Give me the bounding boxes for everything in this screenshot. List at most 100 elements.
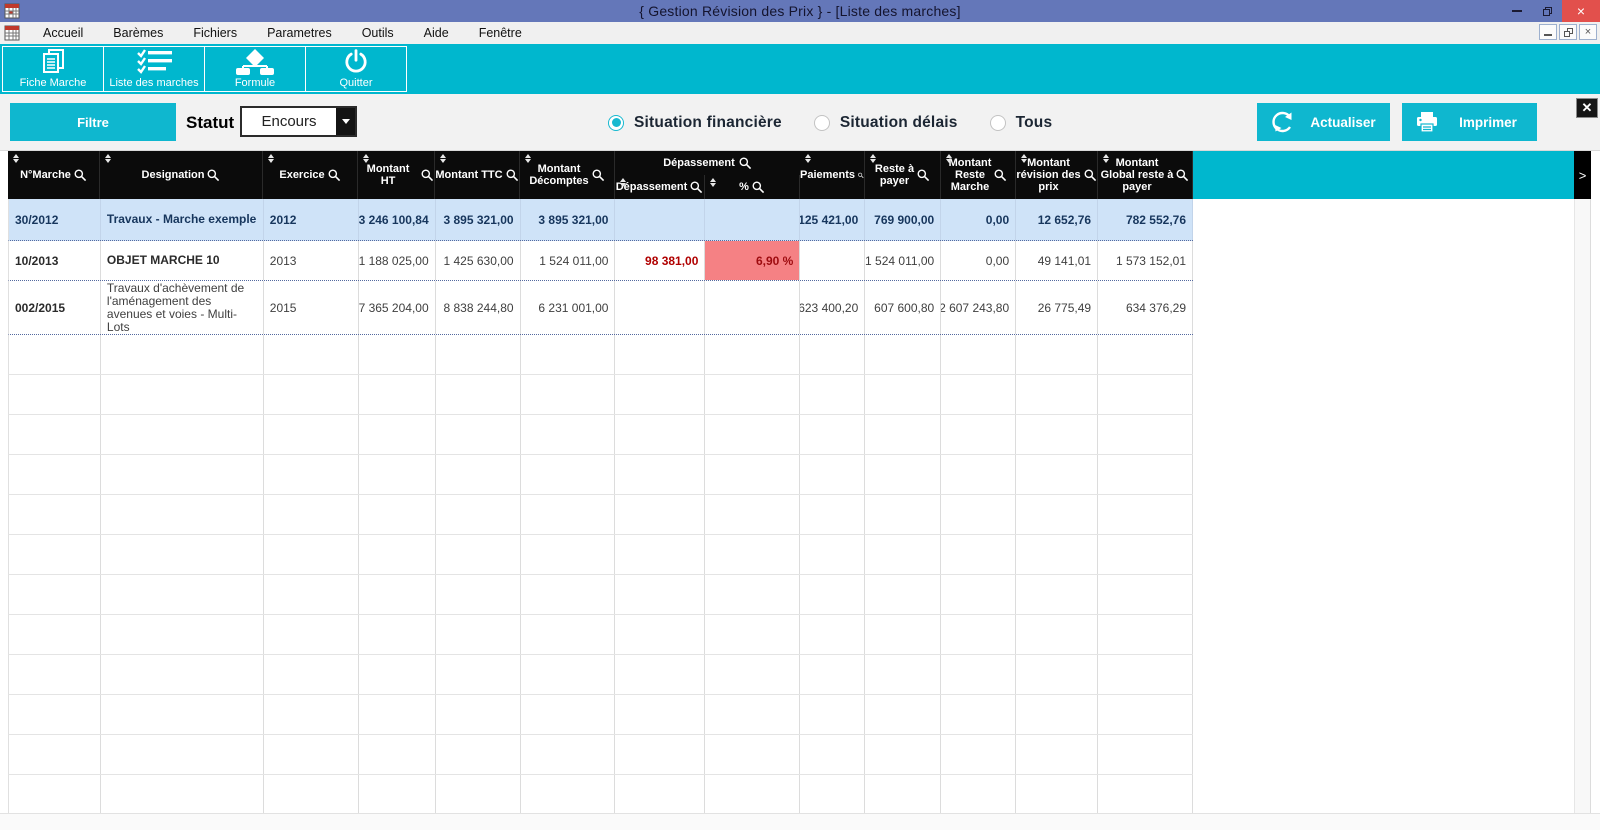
cell[interactable]	[705, 735, 800, 774]
cell[interactable]	[615, 495, 705, 534]
cell[interactable]	[436, 695, 521, 734]
cell[interactable]	[359, 735, 436, 774]
cell[interactable]	[705, 281, 800, 334]
cell[interactable]	[1098, 535, 1193, 574]
cell[interactable]	[1098, 455, 1193, 494]
cell[interactable]	[359, 455, 436, 494]
cell[interactable]	[865, 455, 941, 494]
quitter-button[interactable]: Quitter	[305, 46, 407, 92]
cell[interactable]	[436, 575, 521, 614]
cell[interactable]	[800, 241, 865, 280]
table-row[interactable]	[8, 615, 1193, 655]
cell[interactable]	[1016, 655, 1098, 694]
cell[interactable]	[101, 415, 264, 454]
cell[interactable]	[941, 415, 1016, 454]
dropdown-arrow-icon[interactable]	[336, 108, 355, 135]
table-row[interactable]: 30/2012Travaux - Marche exemple20123 246…	[8, 199, 1193, 241]
cell[interactable]	[9, 655, 101, 694]
cell[interactable]	[521, 335, 616, 374]
cell[interactable]	[615, 615, 705, 654]
table-row[interactable]	[8, 415, 1193, 455]
cell[interactable]	[101, 695, 264, 734]
cell[interactable]	[1098, 615, 1193, 654]
cell[interactable]	[9, 615, 101, 654]
cell[interactable]	[264, 575, 359, 614]
cell[interactable]	[359, 655, 436, 694]
cell[interactable]	[359, 375, 436, 414]
table-row[interactable]: 10/2013OBJET MARCHE 1020131 188 025,001 …	[8, 241, 1193, 281]
cell[interactable]	[1098, 495, 1193, 534]
cell[interactable]: 1 188 025,00	[359, 241, 436, 280]
menu-accueil[interactable]: Accueil	[28, 22, 98, 44]
cell[interactable]: 30/2012	[9, 199, 101, 240]
cell[interactable]: 98 381,00	[615, 241, 705, 280]
cell[interactable]: 782 552,76	[1098, 199, 1193, 240]
cell[interactable]: 1 573 152,01	[1098, 241, 1193, 280]
cell[interactable]	[359, 775, 436, 813]
cell[interactable]: 10/2013	[9, 241, 101, 280]
cell[interactable]	[9, 495, 101, 534]
menu-fenetre[interactable]: Fenêtre	[464, 22, 537, 44]
menu-aide[interactable]: Aide	[409, 22, 464, 44]
cell[interactable]: 49 141,01	[1016, 241, 1098, 280]
cell[interactable]: 6 231 001,00	[521, 281, 616, 334]
cell[interactable]	[359, 495, 436, 534]
search-icon[interactable]	[421, 169, 434, 182]
cell[interactable]	[941, 375, 1016, 414]
cell[interactable]	[941, 615, 1016, 654]
search-icon[interactable]	[752, 181, 765, 194]
cell[interactable]	[9, 455, 101, 494]
cell[interactable]	[705, 575, 800, 614]
cell[interactable]	[865, 415, 941, 454]
cell[interactable]: 26 775,49	[1016, 281, 1098, 334]
cell[interactable]	[1016, 375, 1098, 414]
cell[interactable]	[101, 375, 264, 414]
cell[interactable]	[941, 575, 1016, 614]
panel-close-button[interactable]: ✕	[1576, 98, 1598, 118]
cell[interactable]	[615, 735, 705, 774]
cell[interactable]	[615, 375, 705, 414]
search-icon[interactable]	[328, 169, 341, 182]
cell[interactable]: 3 125 421,00	[800, 199, 865, 240]
cell[interactable]	[521, 575, 616, 614]
cell[interactable]	[1098, 575, 1193, 614]
cell[interactable]	[615, 575, 705, 614]
cell[interactable]	[359, 615, 436, 654]
cell[interactable]: 7 365 204,00	[359, 281, 436, 334]
cell[interactable]	[521, 735, 616, 774]
cell[interactable]: 3 246 100,84	[359, 199, 436, 240]
column-header-montant-reste-marche[interactable]: Montant Reste Marche	[941, 151, 1016, 199]
cell[interactable]	[941, 655, 1016, 694]
cell[interactable]	[800, 775, 865, 813]
cell[interactable]	[264, 695, 359, 734]
cell[interactable]	[800, 415, 865, 454]
cell[interactable]	[359, 695, 436, 734]
cell[interactable]	[865, 615, 941, 654]
table-row[interactable]	[8, 655, 1193, 695]
cell[interactable]	[615, 455, 705, 494]
menu-fichiers[interactable]: Fichiers	[178, 22, 252, 44]
cell[interactable]	[705, 199, 800, 240]
imprimer-button[interactable]: Imprimer	[1402, 103, 1537, 141]
statut-dropdown[interactable]: Encours	[240, 106, 357, 137]
cell[interactable]	[1016, 575, 1098, 614]
cell[interactable]: 607 600,80	[865, 281, 941, 334]
cell[interactable]	[521, 415, 616, 454]
cell[interactable]	[1016, 415, 1098, 454]
cell[interactable]	[865, 335, 941, 374]
cell[interactable]	[9, 735, 101, 774]
cell[interactable]: 1 524 011,00	[865, 241, 941, 280]
cell[interactable]	[800, 655, 865, 694]
cell[interactable]	[941, 695, 1016, 734]
search-icon[interactable]	[739, 157, 752, 170]
actualiser-button[interactable]: Actualiser	[1257, 103, 1390, 141]
cell[interactable]	[865, 575, 941, 614]
cell[interactable]	[615, 695, 705, 734]
cell[interactable]	[264, 455, 359, 494]
cell[interactable]: 002/2015	[9, 281, 101, 334]
cell[interactable]	[1098, 655, 1193, 694]
cell[interactable]	[264, 615, 359, 654]
cell[interactable]: 1 425 630,00	[436, 241, 521, 280]
table-row[interactable]: 002/2015Travaux d'achèvement de l'aménag…	[8, 281, 1193, 335]
cell[interactable]: 3 895 321,00	[436, 199, 521, 240]
